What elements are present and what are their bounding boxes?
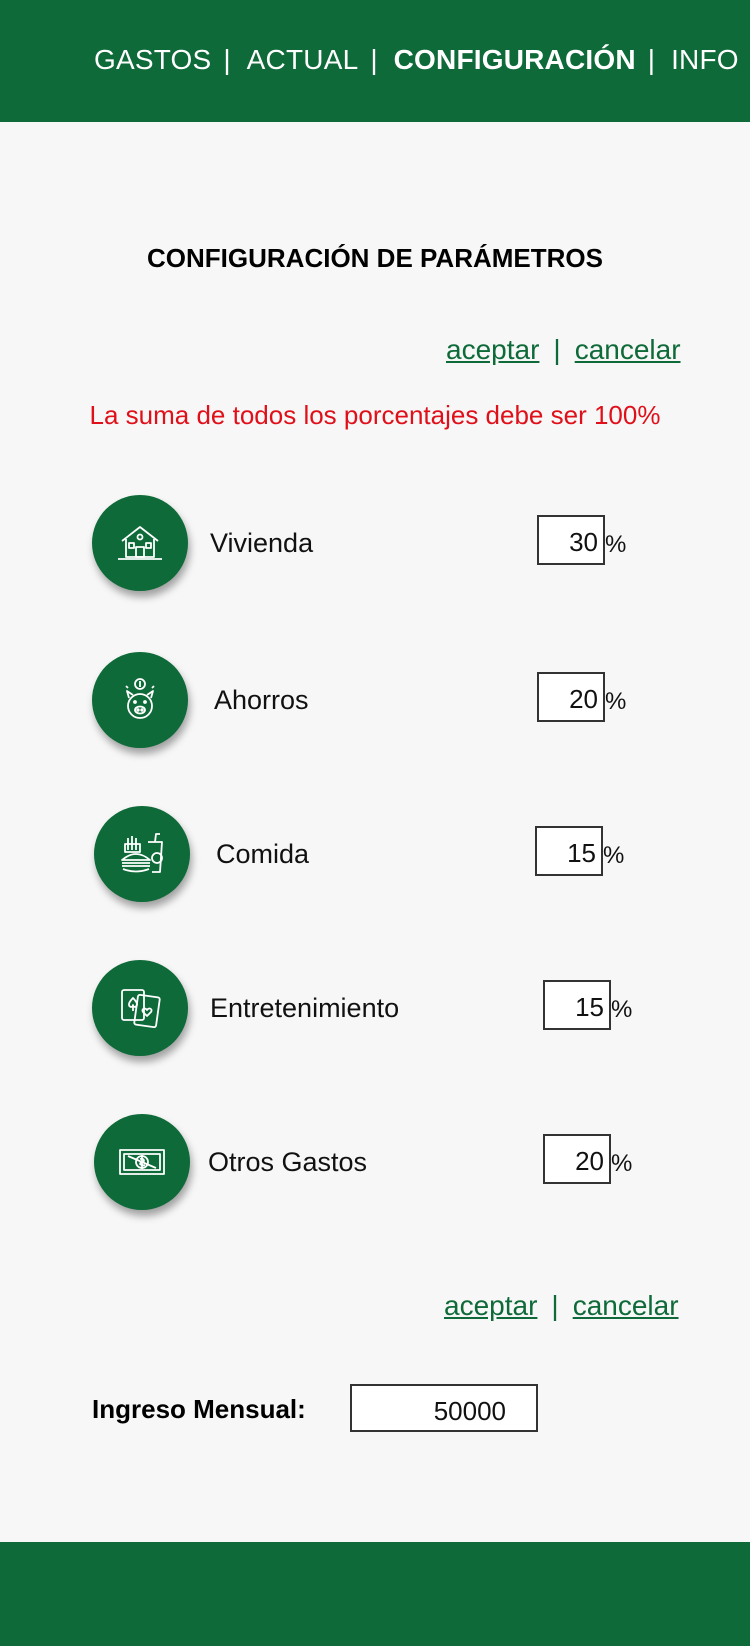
category-label: Vivienda xyxy=(210,528,314,558)
category-label: Comida xyxy=(216,839,310,869)
actions-separator: | xyxy=(551,1290,559,1321)
accept-link[interactable]: aceptar xyxy=(446,334,539,366)
main-nav: GASTOS | ACTUAL | CONFIGURACIÓN | INFO xyxy=(94,40,739,80)
monthly-income-input[interactable]: 50000 xyxy=(350,1384,538,1432)
nav-item-gastos[interactable]: GASTOS xyxy=(94,44,211,76)
percentage-input[interactable]: 15 xyxy=(543,980,611,1030)
actions-top: aceptar | cancelar xyxy=(446,334,681,366)
top-nav-bar: GASTOS | ACTUAL | CONFIGURACIÓN | INFO xyxy=(0,0,750,122)
percent-sign: % xyxy=(603,842,625,869)
burger-drink-icon xyxy=(94,806,190,902)
category-label: Otros Gastos xyxy=(208,1147,368,1177)
nav-item-configuracion[interactable]: CONFIGURACIÓN xyxy=(394,44,636,76)
income-label: Ingreso Mensual: xyxy=(92,1394,306,1424)
nav-separator: | xyxy=(370,44,378,75)
banknote-icon xyxy=(94,1114,190,1210)
cancel-link[interactable]: cancelar xyxy=(575,334,681,366)
percentage-input[interactable]: 20 xyxy=(543,1134,611,1184)
nav-item-info[interactable]: INFO xyxy=(671,44,739,76)
actions-bottom: aceptar | cancelar xyxy=(444,1290,679,1322)
nav-separator: | xyxy=(223,44,231,75)
category-row-comida: Comida 15 % xyxy=(0,806,750,906)
category-row-entretenimiento: Entretenimiento 15 % xyxy=(0,960,750,1060)
cancel-link[interactable]: cancelar xyxy=(573,1290,679,1322)
actions-separator: | xyxy=(553,334,561,365)
percent-sign: % xyxy=(611,1150,633,1177)
percentage-input[interactable]: 30 xyxy=(537,515,605,565)
category-row-ahorros: Ahorros 20 % xyxy=(0,652,750,752)
category-row-otros-gastos: Otros Gastos 20 % xyxy=(0,1114,750,1214)
accept-link[interactable]: aceptar xyxy=(444,1290,537,1322)
percent-sign: % xyxy=(605,531,627,558)
house-icon xyxy=(92,495,188,591)
category-label: Entretenimiento xyxy=(210,993,400,1023)
percentage-input[interactable]: 15 xyxy=(535,826,603,876)
percentage-input[interactable]: 20 xyxy=(537,672,605,722)
category-row-vivienda: Vivienda 30 % xyxy=(0,495,750,595)
footer-bar xyxy=(0,1542,750,1646)
validation-warning: La suma de todos los porcentajes debe se… xyxy=(89,400,661,430)
playing-cards-icon xyxy=(92,960,188,1056)
piggy-bank-icon xyxy=(92,652,188,748)
nav-separator: | xyxy=(647,44,656,75)
category-label: Ahorros xyxy=(214,685,309,715)
percent-sign: % xyxy=(605,688,627,715)
nav-item-actual[interactable]: ACTUAL xyxy=(247,44,359,76)
percent-sign: % xyxy=(611,996,633,1023)
page-title: CONFIGURACIÓN DE PARÁMETROS xyxy=(147,243,603,273)
